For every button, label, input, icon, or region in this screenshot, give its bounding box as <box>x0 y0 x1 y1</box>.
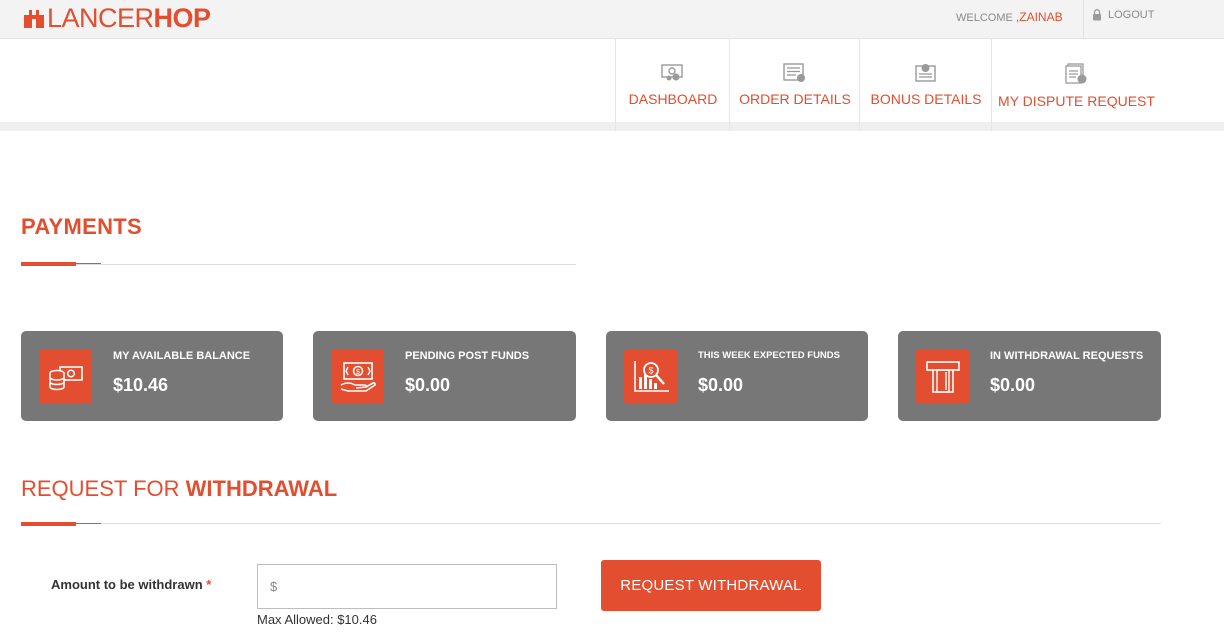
amount-label: Amount to be withdrawn * <box>51 577 211 592</box>
dispute-request-icon <box>1064 63 1086 84</box>
balance-value: $10.46 <box>113 375 169 395</box>
chart-search-icon: $ <box>624 350 677 403</box>
max-allowed-text: Max Allowed: $10.46 <box>257 612 377 627</box>
balance-card: MY AVAILABLE BALANCE $10.46 <box>21 331 283 421</box>
amount-input[interactable] <box>257 564 557 609</box>
amount-label-text: Amount to be withdrawn <box>51 577 203 592</box>
bonus-details-icon <box>915 64 936 82</box>
payments-title: PAYMENTS <box>21 214 142 239</box>
welcome-text: WELCOME ,ZAINAB <box>956 10 1063 24</box>
logo-mark-icon <box>24 10 44 28</box>
payments-divider-accent-bar <box>21 262 76 266</box>
required-mark: * <box>206 577 212 592</box>
withdrawal-requests-card: IN WITHDRAWAL REQUESTS $0.00 <box>898 331 1161 421</box>
nav-label-dashboard: DASHBOARD <box>628 91 718 107</box>
pending-funds-value: $0.00 <box>405 375 451 395</box>
nav-item-bonus-details[interactable]: BONUS DETAILS <box>859 39 992 131</box>
payments-divider <box>21 264 576 265</box>
header-divider <box>1083 0 1084 38</box>
expected-funds-label: THIS WEEK EXPECTED FUNDS <box>698 350 840 361</box>
brand-logo[interactable]: LANCERHOP <box>22 4 211 32</box>
withdrawal-title-light: REQUEST FOR <box>21 476 186 501</box>
logo-text-bold: HOP <box>153 3 212 33</box>
pending-funds-card: $ PENDING POST FUNDS $0.00 <box>313 331 576 421</box>
user-name[interactable]: ,ZAINAB <box>1016 10 1063 24</box>
nav-label-bonus-details: BONUS DETAILS <box>870 91 982 107</box>
money-coins-icon <box>39 350 92 403</box>
withdrawal-requests-label: IN WITHDRAWAL REQUESTS <box>990 350 1144 362</box>
logout-label: LOGOUT <box>1108 9 1155 21</box>
request-withdrawal-button[interactable]: REQUEST WITHDRAWAL <box>601 560 821 611</box>
balance-label: MY AVAILABLE BALANCE <box>113 350 251 362</box>
nav-item-dispute-request[interactable]: MY DISPUTE REQUEST <box>991 39 1161 131</box>
withdrawal-divider-accent-bar <box>21 522 76 526</box>
withdrawal-requests-value: $0.00 <box>990 375 1036 395</box>
logout-link[interactable]: LOGOUT <box>1092 9 1154 21</box>
expected-funds-card: $ THIS WEEK EXPECTED FUNDS $0.00 <box>606 331 868 421</box>
svg-text:$: $ <box>356 369 360 376</box>
atm-card-icon <box>916 350 969 403</box>
svg-text:$: $ <box>648 365 653 375</box>
withdrawal-divider <box>21 523 1161 524</box>
nav-label-dispute-request: MY DISPUTE REQUEST <box>998 93 1155 109</box>
withdrawal-title: REQUEST FOR WITHDRAWAL <box>21 476 337 502</box>
welcome-label: WELCOME <box>956 12 1013 24</box>
dashboard-icon <box>661 64 683 81</box>
nav-label-order-details: ORDER DETAILS <box>739 91 851 107</box>
nav-item-dashboard[interactable]: DASHBOARD <box>615 39 730 131</box>
cash-hand-icon: $ <box>331 350 384 403</box>
withdrawal-title-bold: WITHDRAWAL <box>185 476 338 501</box>
order-details-icon <box>783 63 805 82</box>
logo-text-light: LANCER <box>47 3 154 33</box>
nav-item-order-details[interactable]: ORDER DETAILS <box>729 39 860 131</box>
lock-icon <box>1093 9 1101 21</box>
pending-funds-label: PENDING POST FUNDS <box>405 350 530 362</box>
expected-funds-value: $0.00 <box>698 375 744 395</box>
